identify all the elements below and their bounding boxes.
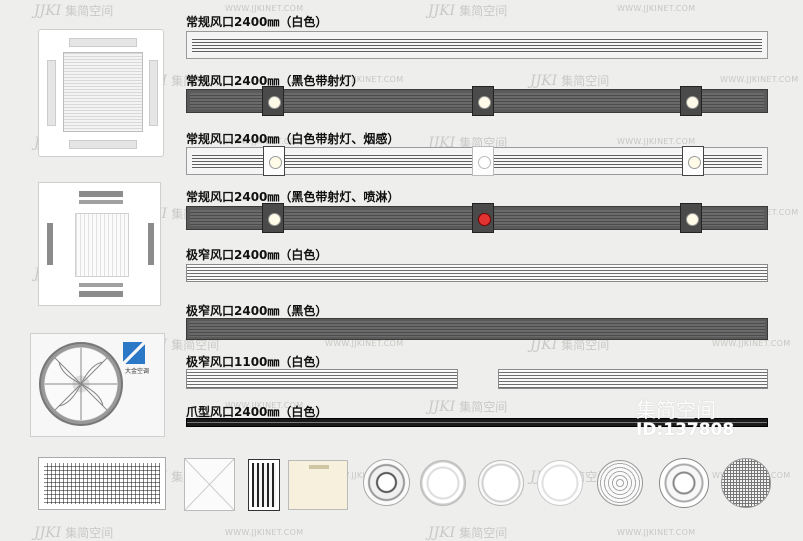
watermark-big-name: 集简空间 <box>636 398 716 422</box>
spotlight-icon <box>263 146 285 176</box>
watermark-url: WWW.JJKINET.COM <box>325 339 404 348</box>
cassette-unit-4way <box>38 29 164 157</box>
cassette-louver <box>79 291 123 297</box>
label-regular-black-spotlight-sprinkler: 常规风口2400㎜（黑色带射灯、喷淋） <box>186 190 400 204</box>
round-diffuser-mesh <box>721 458 771 508</box>
cassette-unit-slatted <box>38 182 161 306</box>
label-narrow-1100-white: 极窄风口1100㎜（白色） <box>186 355 328 369</box>
watermark-logo: JJKI集简空间 <box>428 399 508 415</box>
cassette-louver <box>149 60 158 126</box>
round-diffuser <box>363 459 410 506</box>
vent-narrow-1100-white <box>498 369 768 389</box>
label-regular-white: 常规风口2400㎜（白色） <box>186 15 328 29</box>
brand-logo-icon <box>123 342 145 364</box>
label-narrow-black: 极窄风口2400㎜（黑色） <box>186 304 328 318</box>
cassette-grille <box>75 213 129 277</box>
watermark-url: WWW.JJKINET.COM <box>225 528 304 537</box>
watermark-logo: JJKI集简空间 <box>34 525 114 541</box>
grille-return-slim <box>248 459 280 511</box>
watermark-url: WWW.JJKINET.COM <box>720 75 799 84</box>
round-diffuser-ringed <box>597 460 643 506</box>
spotlight-icon <box>680 86 702 116</box>
spotlight-icon <box>262 86 284 116</box>
watermark-logo: JJKI集简空间 <box>34 3 114 19</box>
grille-return-beige <box>288 460 348 510</box>
spotlight-icon <box>472 86 494 116</box>
outdoor-brand-text: 大金空调 <box>125 368 150 375</box>
vent-narrow-black <box>186 318 768 340</box>
cassette-grille <box>63 52 143 132</box>
cassette-louver <box>148 223 154 265</box>
watermark-logo: JJKI集简空间 <box>530 73 610 89</box>
watermark-url: WWW.JJKINET.COM <box>617 137 696 146</box>
label-regular-white-spotlight-smoke: 常规风口2400㎜（白色带射灯、烟感） <box>186 132 400 146</box>
cassette-louver <box>79 191 123 197</box>
vent-regular-white <box>186 31 768 59</box>
cassette-louver <box>47 60 56 126</box>
watermark-logo: JJKI集简空间 <box>428 525 508 541</box>
cassette-louver <box>79 200 123 204</box>
watermark-logo: JJKI集简空间 <box>428 3 508 19</box>
sprinkler-icon <box>472 203 494 233</box>
watermark-url: WWW.JJKINET.COM <box>617 4 696 13</box>
round-diffuser <box>420 460 466 506</box>
cassette-louver <box>79 283 123 287</box>
watermark-url: WWW.JJKINET.COM <box>617 528 696 537</box>
watermark-url: WWW.JJKINET.COM <box>225 4 304 13</box>
grille-square-mesh <box>38 457 166 510</box>
fan-icon <box>39 342 123 426</box>
round-diffuser <box>659 458 709 508</box>
spotlight-icon <box>680 203 702 233</box>
vent-narrow-1100-white <box>186 369 458 389</box>
grille-square-diagonal <box>184 458 235 511</box>
spotlight-icon <box>262 203 284 233</box>
watermark-big-id: ID:137808 <box>636 420 735 440</box>
round-diffuser <box>478 460 524 506</box>
label-narrow-white: 极窄风口2400㎜（白色） <box>186 248 328 262</box>
watermark-url: WWW.JJKINET.COM <box>712 339 791 348</box>
vent-narrow-white <box>186 264 768 282</box>
cassette-louver <box>69 38 137 47</box>
smoke-detector-icon <box>472 146 494 176</box>
cassette-louver <box>47 223 53 265</box>
outdoor-unit: 大金空调 <box>30 333 165 437</box>
cassette-louver <box>69 140 137 149</box>
spotlight-icon <box>682 146 704 176</box>
round-diffuser <box>537 460 583 506</box>
